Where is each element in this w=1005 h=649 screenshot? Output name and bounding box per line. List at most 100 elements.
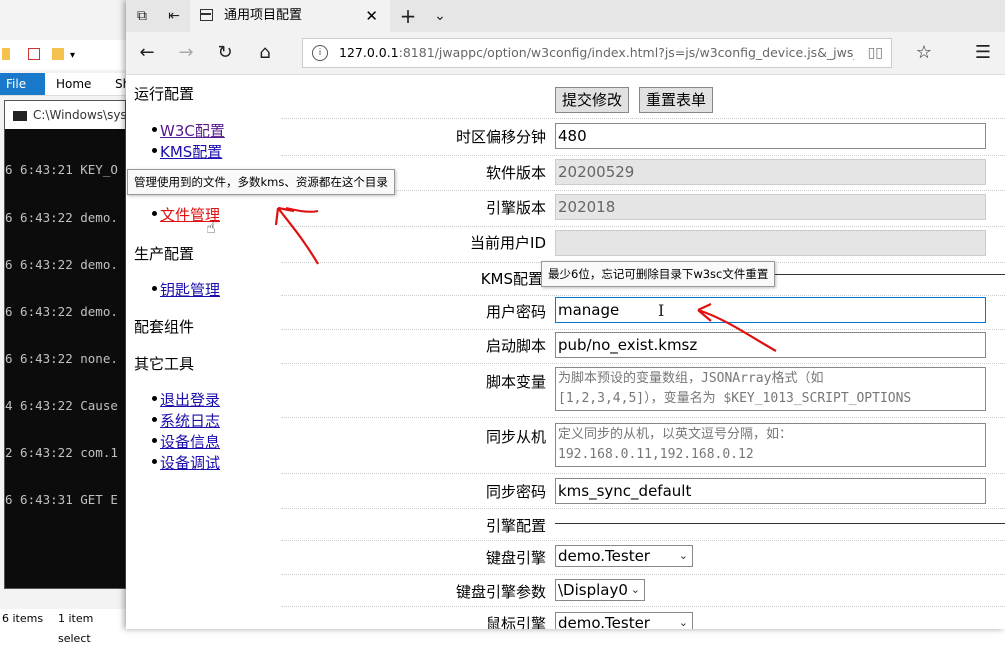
field-label: 当前用户ID [470,234,546,252]
ribbon-tab-home[interactable]: Home [56,73,91,95]
forward-icon[interactable]: → [175,42,197,64]
script-variables-textarea[interactable]: 为脚本预设的变量数组，JSONArray格式（如 [1,2,3,4,5]），变量… [555,367,986,411]
sidebar-section-title: 运行配置 [134,85,195,103]
user-password-input[interactable]: manage [555,297,986,323]
row-divider [281,329,1005,330]
console-icon [13,110,27,121]
chevron-down-icon[interactable]: ▾ [70,50,75,61]
console-line: 6 6:43:22 demo. [5,209,118,225]
keyboard-engine-select[interactable]: demo.Tester ⌄ [555,545,693,567]
reading-view-icon[interactable]: ▯▯ [868,45,883,61]
browser-tab-bar: ⧉ ⇤ 通用项目配置 ✕ + ⌄ [126,0,1005,32]
explorer-quick-access-toolbar: ▾ [0,40,126,70]
keyboard-engine-param-select[interactable]: \Display0 ⌄ [555,579,645,601]
page-favicon-icon [200,9,213,21]
console-output: 6 6:43:21 KEY_O 6 6:43:22 demo. 6 6:43:2… [5,129,125,539]
row-divider [281,574,1005,575]
new-tab-icon[interactable]: + [398,6,418,26]
sidebar-item-w3c-config[interactable]: W3C配置 [160,120,225,141]
submit-button[interactable]: 提交修改 [555,87,630,113]
sidebar-item-kms-config[interactable]: KMS配置 [160,141,222,162]
row-divider [281,295,1005,296]
password-hint-tooltip: 最少6位，忘记可删除目录下w3sc文件重置 [541,261,776,287]
row-divider [281,363,1005,364]
bullet [152,127,157,132]
bullet [152,211,157,216]
tab-actions-icon[interactable]: ⧉ [132,6,152,26]
field-label: 用户密码 [485,303,546,321]
browser-nav-bar: ← → ↻ ⌂ i 127.0.0.1:8181/jwappc/option/w… [126,32,1005,75]
console-line: 2 6:43:22 com.1 [5,445,118,461]
sidebar-section-title: 配套组件 [134,318,195,336]
console-line: 6 6:43:22 demo. [5,256,118,272]
sidebar-item-device-debug[interactable]: 设备调试 [160,452,220,473]
sidebar-item-key-management[interactable]: 钥匙管理 [160,279,220,300]
chevron-down-icon[interactable]: ⌄ [430,6,450,26]
select-value: demo.Tester [558,614,650,629]
sync-slaves-textarea[interactable]: 定义同步的从机，以英文逗号分隔，如： 192.168.0.11,192.168.… [555,423,986,467]
ribbon-tab-file[interactable]: File [0,73,45,95]
explorer-ribbon-tabs: File Home Sh [0,73,130,96]
annotation-arrow [274,206,319,265]
favorite-star-icon[interactable]: ☆ [913,42,935,64]
browser-window: ⧉ ⇤ 通用项目配置 ✕ + ⌄ ← → ↻ ⌂ i 127.0.0.1:818… [126,0,1005,629]
startup-script-input[interactable]: pub/no_exist.kmsz [555,332,986,358]
new-folder-icon[interactable] [52,48,64,60]
row-divider [281,155,1005,156]
address-bar[interactable]: i 127.0.0.1:8181/jwappc/option/w3config/… [302,38,892,68]
reset-button[interactable]: 重置表单 [639,87,714,113]
browser-tab[interactable]: 通用项目配置 ✕ [190,0,390,32]
mouse-engine-select[interactable]: demo.Tester ⌄ [555,612,693,629]
console-line: 4 6:43:22 Cause [5,397,118,413]
sidebar-item-device-info[interactable]: 设备信息 [160,431,220,452]
sync-password-input[interactable]: kms_sync_default [555,478,986,504]
url-host: 127.0.0.1 [339,45,399,60]
status-selection: 1 item select [58,612,94,645]
explorer-status-bar: 6 items 1 item select [0,609,126,645]
select-value: demo.Tester [558,547,650,565]
home-icon[interactable]: ⌂ [254,42,276,64]
status-item-count: 6 items [2,612,44,625]
field-label: 启动脚本 [485,337,546,355]
row-divider [281,540,1005,541]
annotation-arrow [285,207,319,213]
hand-cursor-icon: ☝ [206,218,216,237]
url-path: :8181/jwappc/option/w3config/index.html?… [398,45,854,60]
field-label: 同步从机 [485,428,546,446]
bullet [152,396,157,401]
console-title-bar[interactable]: C:\Windows\syst [5,101,125,129]
field-label: 键盘引擎 [485,549,546,567]
refresh-icon[interactable]: ↻ [214,42,236,64]
field-label: 同步密码 [485,483,546,501]
console-line: 6 6:43:22 none. [5,350,118,366]
field-label: 引擎版本 [485,199,546,217]
bullet [152,438,157,443]
console-line: 6 6:43:22 demo. [5,303,118,319]
select-value: \Display0 [558,581,628,599]
field-label: 软件版本 [485,164,546,182]
sidebar-item-system-log[interactable]: 系统日志 [160,410,220,431]
folder-icon[interactable] [2,48,10,60]
row-divider [281,118,1005,119]
bullet [152,148,157,153]
chevron-down-icon: ⌄ [630,583,640,596]
console-line: 6 6:43:31 GET E [5,492,118,508]
chevron-down-icon: ⌄ [678,549,688,562]
properties-icon[interactable] [28,48,40,60]
favorites-hub-icon[interactable]: ☰ [972,42,994,64]
sidebar-item-logout[interactable]: 退出登录 [160,389,220,410]
site-info-icon[interactable]: i [312,45,328,61]
tabs-aside-icon[interactable]: ⇤ [164,6,184,26]
url-text[interactable]: 127.0.0.1:8181/jwappc/option/w3config/in… [339,39,854,67]
sidebar-section-title: 其它工具 [134,355,195,373]
close-tab-icon[interactable]: ✕ [365,0,378,32]
timezone-offset-input[interactable]: 480 [555,123,986,149]
back-icon[interactable]: ← [136,42,158,64]
console-title: C:\Windows\syst [33,108,125,122]
row-divider [281,226,1005,227]
sidebar-section-title: 生产配置 [134,245,195,263]
bullet [152,286,157,291]
section-label: 引擎配置 [485,517,546,535]
section-label: KMS配置 [480,270,543,288]
page-content: 运行配置 W3C配置 KMS配置 文件管理 生产配置 钥匙管理 配套组件 其它工… [126,75,1005,629]
